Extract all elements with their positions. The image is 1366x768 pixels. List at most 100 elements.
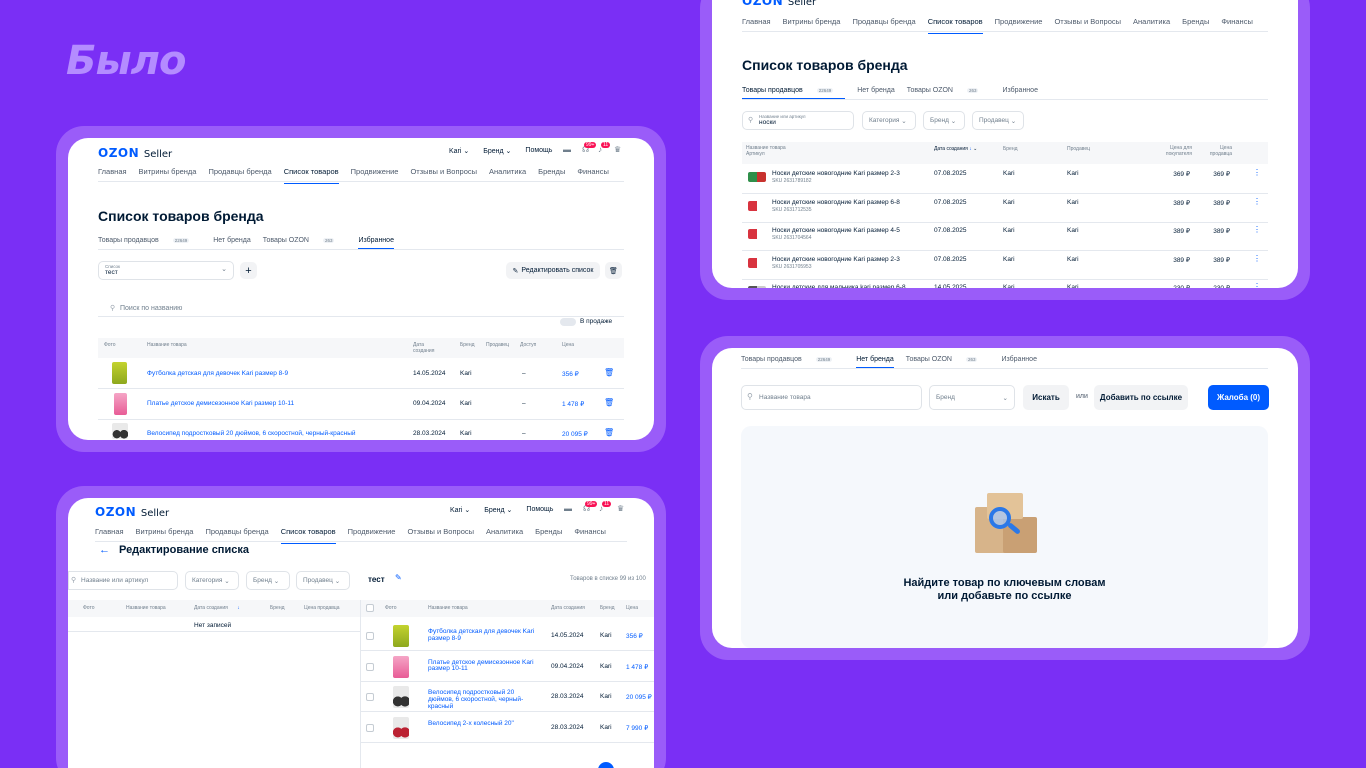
scroll-top-button[interactable] [598, 762, 614, 768]
product-link[interactable]: Велосипед 2-х колесный 20" [428, 720, 540, 728]
edit-list-button[interactable]: ✎ Редактировать список [506, 262, 600, 279]
product-link[interactable]: Велосипед подростковый 20 дюймов, 6 скор… [428, 689, 540, 710]
col-name: Название товара Артикул [746, 145, 786, 157]
tab-favorites[interactable]: Избранное [1001, 356, 1036, 368]
ozon-logo[interactable]: OZON Seller [98, 146, 172, 160]
product-link[interactable]: Платье детское демисезонное Kari размер … [428, 659, 540, 674]
more-icon[interactable]: ⋮ [1253, 169, 1261, 177]
product-price[interactable]: 356 ₽ [626, 632, 643, 640]
menu-kari[interactable]: Kari ⌄ [449, 147, 469, 155]
menu-help[interactable]: Помощь [525, 147, 552, 155]
menu-brand[interactable]: Бренд ⌄ [483, 147, 511, 155]
product-price[interactable]: 1 478 ₽ [562, 400, 584, 408]
list-counter: Товаров в списке 99 из 100 [570, 576, 646, 582]
product-name: Носки детские для мальчика kari размер 6… [772, 284, 906, 288]
list-name: тест [368, 575, 385, 584]
seller-filter[interactable]: Продавец ⌄ [296, 571, 350, 590]
product-date: 07.08.2025 [934, 227, 967, 234]
delete-icon[interactable]: 🗑 [604, 399, 614, 407]
tab-sellers[interactable]: Товары продавцов 22649 [741, 356, 844, 368]
brand-filter[interactable]: Бренд ⌄ [246, 571, 290, 590]
product-photo [748, 200, 766, 211]
brand-filter[interactable]: Бренд ⌄ [923, 111, 965, 130]
product-price[interactable]: 356 ₽ [562, 370, 579, 378]
tab-no-brand[interactable]: Нет бренда [856, 356, 894, 368]
price-seller: 389 ₽ [1213, 256, 1230, 264]
on-sale-toggle[interactable] [560, 318, 576, 326]
tab-ozon[interactable]: Товары OZON 263 [907, 87, 991, 99]
col-brand: Бренд [460, 342, 475, 348]
product-price[interactable]: 7 990 ₽ [626, 724, 648, 732]
row-checkbox[interactable] [366, 662, 374, 671]
ozon-logo[interactable]: OZON Seller [742, 0, 816, 8]
price-seller: 230 ₽ [1192, 284, 1230, 288]
crown-icon[interactable]: ♛ [614, 146, 621, 154]
tab-ozon[interactable]: Товары OZON 263 [263, 237, 347, 249]
pencil-icon[interactable]: ✎ [395, 574, 402, 582]
product-brand: Kari [1003, 198, 1015, 206]
category-filter[interactable]: Категория ⌄ [185, 571, 239, 590]
product-link[interactable]: Футболка детская для девочек Kari размер… [428, 628, 540, 643]
tab-ozon[interactable]: Товары OZON 263 [906, 356, 990, 368]
product-name: Носки детские новогодние Kari размер 2-3 [772, 255, 900, 263]
delete-icon[interactable]: 🗑 [604, 429, 614, 437]
product-link[interactable]: Велосипед подростковый 20 дюймов, 6 скор… [147, 430, 356, 437]
add-by-link-button[interactable]: Добавить по ссылке [1094, 385, 1188, 410]
row-checkbox[interactable] [366, 723, 374, 732]
search-input[interactable]: Название товара [741, 385, 922, 410]
tab-no-brand[interactable]: Нет бренда [213, 237, 251, 249]
sort-arrow-icon: ↓ [969, 146, 972, 152]
delete-icon[interactable]: 🗑 [604, 369, 614, 377]
row-checkbox[interactable] [366, 693, 374, 701]
delete-list-button[interactable]: 🗑 [605, 262, 622, 279]
page-title: Редактирование списка [119, 544, 249, 556]
select-all-checkbox[interactable] [366, 604, 374, 612]
screen-no-brand: Товары продавцов 22649 Нет бренда Товары … [712, 348, 1298, 648]
list-select[interactable]: Список тест ⌄ [98, 261, 234, 280]
chevron-down-icon: ⌄ [221, 266, 227, 273]
search-button[interactable]: Искать [1023, 385, 1069, 410]
page-title: Список товаров бренда [742, 57, 908, 73]
product-price[interactable]: 1 478 ₽ [626, 663, 648, 671]
product-link[interactable]: Футболка детская для девочек Kari размер… [147, 370, 288, 377]
tab-favorites[interactable]: Избранное [358, 237, 394, 249]
tab-no-brand[interactable]: Нет бренда [857, 87, 895, 99]
tab-sellers[interactable]: Товары продавцов 22649 [742, 87, 846, 99]
product-brand: Kari [460, 430, 472, 437]
menu-kari[interactable]: Kari ⌄ [450, 506, 470, 514]
ozon-logo[interactable]: OZON Seller [95, 505, 169, 519]
product-sku: SKU 2631712535 [772, 206, 812, 213]
product-price[interactable]: 20 095 ₽ [626, 693, 652, 701]
tab-favorites[interactable]: Избранное [1002, 87, 1037, 99]
complaint-button[interactable]: Жалоба (0) [1208, 385, 1269, 410]
row-checkbox[interactable] [366, 632, 374, 640]
search-field[interactable]: ⚲ Название или артикул носки [742, 111, 854, 130]
more-icon[interactable]: ⋮ [1253, 197, 1261, 206]
search-input[interactable]: Название или артикул [68, 571, 178, 590]
search-icon: ⚲ [747, 392, 753, 401]
more-icon[interactable]: ⋮ [1253, 283, 1261, 289]
chat-icon[interactable]: ▬ [564, 505, 572, 513]
product-price[interactable]: 20 095 ₽ [562, 430, 588, 438]
tab-sellers[interactable]: Товары продавцов 22649 [98, 237, 201, 249]
price-seller: 389 ₽ [1213, 228, 1230, 235]
product-date: 28.03.2024 [551, 723, 584, 731]
menu-help[interactable]: Помощь [526, 506, 553, 514]
category-filter[interactable]: Категория ⌄ [862, 111, 916, 130]
add-list-button[interactable]: + [240, 262, 257, 279]
product-date: 09.04.2024 [551, 662, 584, 670]
seller-filter[interactable]: Продавец ⌄ [972, 111, 1024, 130]
brand-select[interactable]: Бренд ⌄ [929, 385, 1015, 410]
chat-icon[interactable]: ▬ [563, 146, 571, 154]
col-date: Дата создания ↓ ⌄ [934, 146, 978, 152]
product-sku: SKU 2631789182 [772, 178, 812, 184]
search-input[interactable]: Поиск по названию [120, 305, 620, 312]
product-link[interactable]: Платье детское демисезонное Kari размер … [147, 400, 294, 407]
col-brand: Бренд [1003, 146, 1018, 152]
more-icon[interactable]: ⋮ [1253, 254, 1261, 263]
menu-brand[interactable]: Бренд ⌄ [484, 506, 512, 514]
crown-icon[interactable]: ♛ [617, 505, 624, 513]
back-arrow-icon[interactable]: ← [99, 545, 110, 556]
col-photo: Фото [104, 342, 116, 348]
more-icon[interactable]: ⋮ [1253, 226, 1261, 234]
